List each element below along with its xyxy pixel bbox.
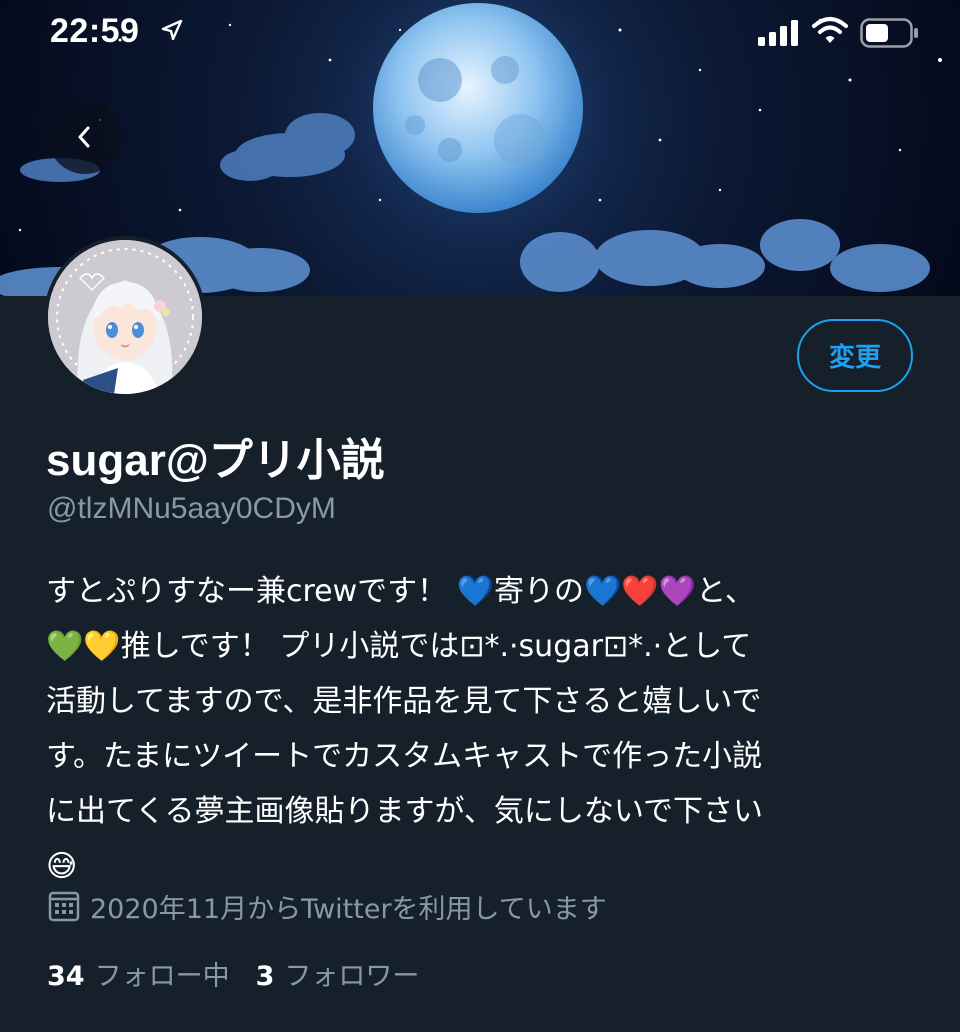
user-handle: @tlzMNu5aay0CDyM [47, 492, 336, 525]
avatar-image [48, 240, 202, 394]
back-button[interactable] [48, 100, 122, 174]
following-link[interactable]: 34 フォロー中 [47, 954, 230, 993]
bio-line: に出てくる夢主画像貼りますが、気にしないで下さい [46, 794, 763, 829]
follow-stats: 34 フォロー中 3 フォロワー [47, 954, 445, 993]
profile-bio: すとぷりすなー兼crewです！ 💙寄りの💙❤️💜と、 💚💛推しです！ プリ小説で… [46, 564, 926, 894]
followers-count: 3 [255, 961, 275, 992]
followers-link[interactable]: 3 フォロワー [256, 954, 420, 993]
chevron-left-icon [78, 126, 90, 148]
battery-icon [860, 18, 918, 48]
status-time: 22:59 [50, 12, 140, 50]
edit-profile-button[interactable]: 変更 [797, 319, 913, 392]
joined-text: 2020年11月からTwitterを利用しています [90, 893, 607, 925]
bio-line: 活動してますので、是非作品を見て下さると嬉しいで [46, 684, 762, 719]
bio-line: 💚💛推しです！ プリ小説では⊡*.·sugar⊡*.·として [46, 629, 752, 664]
calendar-icon [48, 891, 80, 922]
location-arrow-icon [161, 19, 183, 41]
followers-label: フォロワー [284, 961, 420, 992]
status-bar: 22:59 [0, 0, 960, 70]
following-count: 34 [47, 961, 85, 992]
avatar[interactable] [44, 236, 206, 398]
cellular-signal-icon [758, 20, 798, 46]
joined-date: 2020年11月からTwitterを利用しています [48, 886, 607, 926]
bio-line: すとぷりすなー兼crewです！ 💙寄りの💙❤️💜と、 [46, 574, 755, 609]
display-name: sugar@プリ小説 [46, 436, 385, 485]
following-label: フォロー中 [94, 961, 230, 992]
bio-line: す。たまにツイートでカスタムキャストで作った小説 [46, 739, 763, 774]
wifi-icon [812, 17, 848, 43]
